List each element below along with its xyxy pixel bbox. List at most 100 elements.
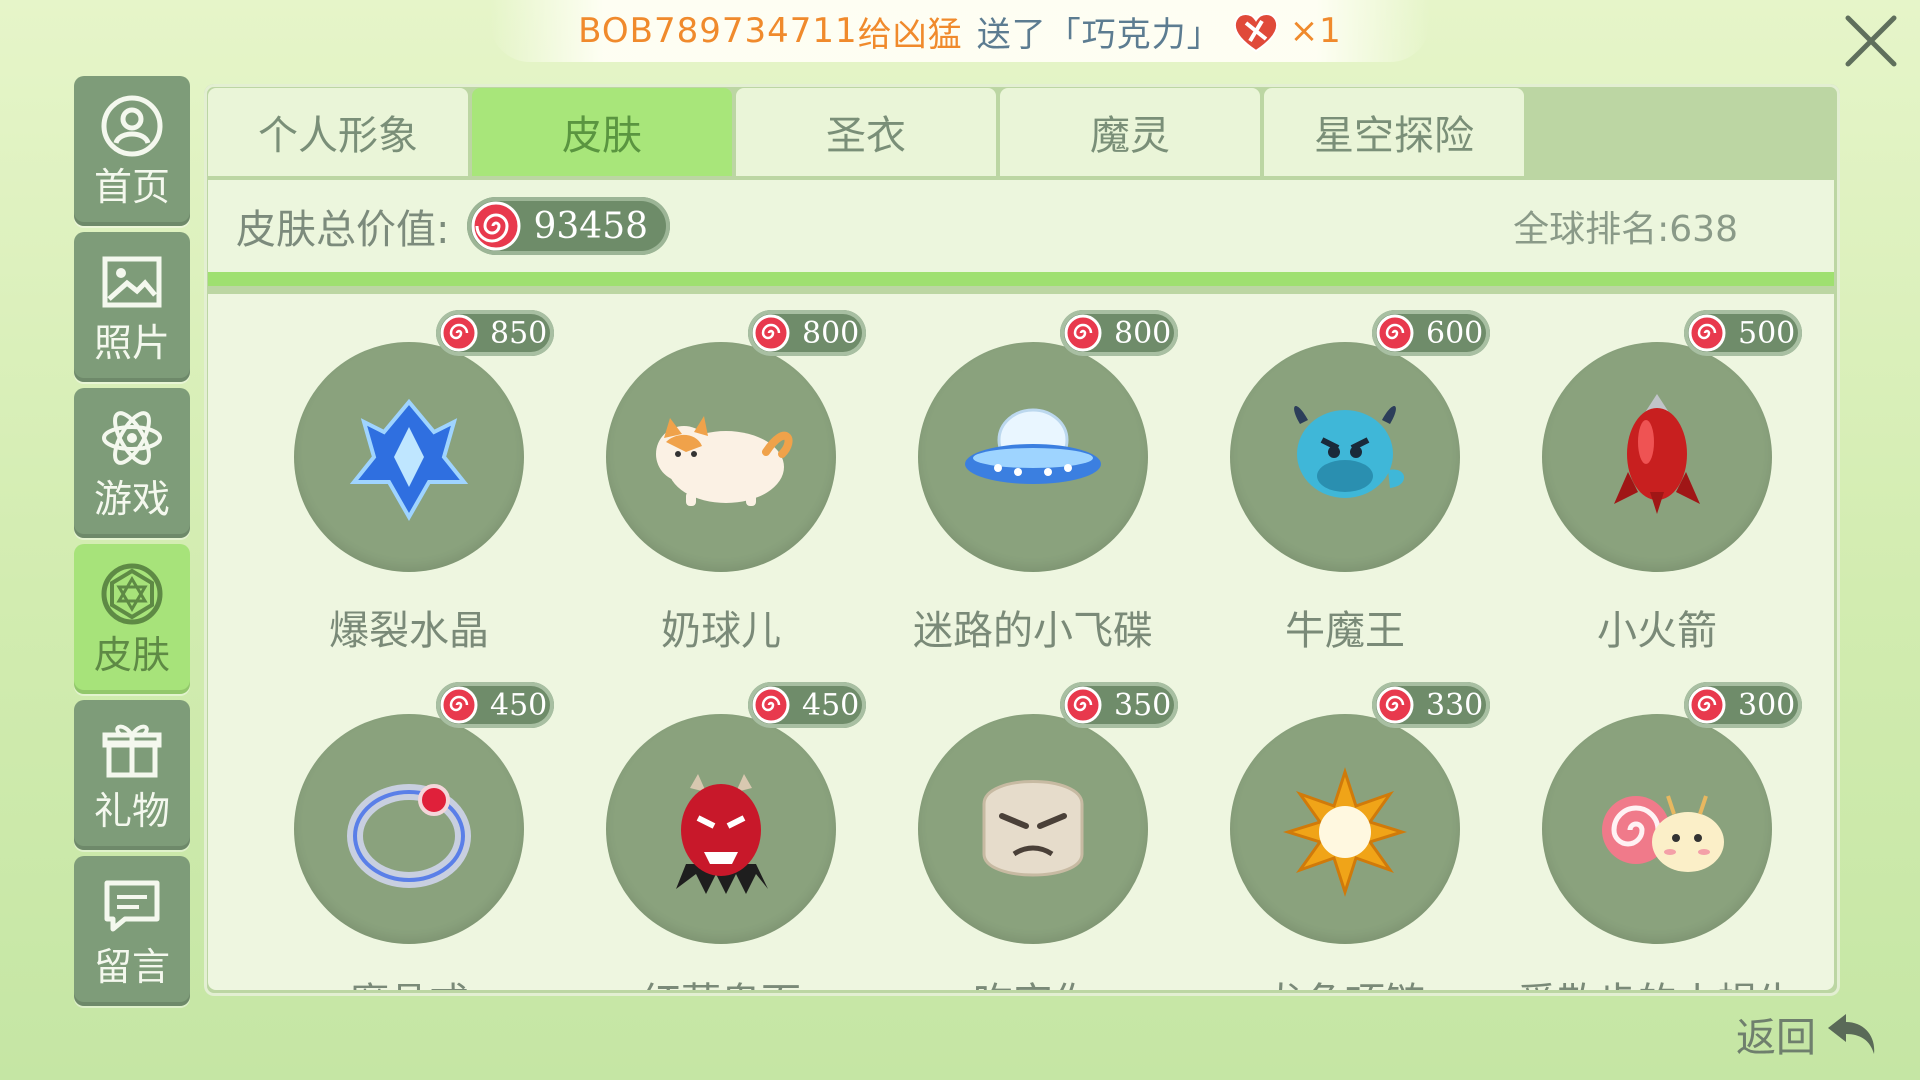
nav-item-gifts[interactable]: 礼物 <box>74 700 190 850</box>
total-value: 93458 <box>533 205 649 247</box>
tab-avatar[interactable]: 个人形象 <box>208 88 468 176</box>
banner-gift-name: 「巧克力」 <box>1046 14 1222 55</box>
banner-sender: BOB789734711 <box>578 11 858 51</box>
skin-price: 600 <box>1426 315 1484 351</box>
total-value-badge: 93458 <box>467 197 671 255</box>
global-rank-value: 638 <box>1669 209 1738 250</box>
skins-panel: 个人形象 皮肤 圣衣 魔灵 星空探险 皮肤总价值: 93458 全球排名:638 <box>204 84 1840 996</box>
skin-item[interactable]: 330 龙角项链 <box>1180 680 1492 990</box>
skin-price-badge: 800 <box>1060 310 1178 356</box>
skin-price-badge: 450 <box>436 682 554 728</box>
nav-label: 照片 <box>93 321 170 365</box>
nav-item-games[interactable]: 游戏 <box>74 388 190 538</box>
candy-icon <box>1064 686 1102 724</box>
skin-price-badge: 300 <box>1684 682 1802 728</box>
candy-icon <box>1064 314 1102 352</box>
global-rank-label: 全球排名: <box>1513 209 1670 250</box>
demon-mask-icon <box>676 774 768 894</box>
global-rank: 全球排名:638 <box>1513 200 1738 252</box>
skin-name: 奶球儿 <box>661 608 781 654</box>
skin-name: 牛魔王 <box>1285 608 1405 654</box>
skin-item[interactable]: 500 小火箭 <box>1492 308 1804 654</box>
candy-icon <box>752 314 790 352</box>
skin-price: 850 <box>490 315 548 351</box>
skin-name: 魔晶戒 <box>244 970 574 990</box>
nav-label: 留言 <box>93 945 170 989</box>
nav-item-skins[interactable]: 皮肤 <box>74 544 190 694</box>
bull-demon-icon <box>1294 406 1405 498</box>
close-button[interactable] <box>1840 10 1902 72</box>
nav-label: 礼物 <box>93 789 170 833</box>
candy-icon <box>440 686 478 724</box>
person-icon <box>101 95 163 157</box>
back-button[interactable]: 返回 <box>1736 1004 1880 1064</box>
skin-price-badge: 500 <box>1684 310 1802 356</box>
nav-item-home[interactable]: 首页 <box>74 76 190 226</box>
skin-price: 300 <box>1738 687 1796 723</box>
candy-icon <box>1688 686 1726 724</box>
crystal-icon <box>349 398 469 522</box>
nav-item-photos[interactable]: 照片 <box>74 232 190 382</box>
ufo-icon <box>965 408 1101 484</box>
skin-price-badge: 600 <box>1372 310 1490 356</box>
grumpy-face-icon <box>982 780 1084 877</box>
skins-grid: 850 爆裂水晶 800 奶球儿 800 迷路的小飞碟 600 牛魔王 500 … <box>208 294 1834 990</box>
skin-price: 450 <box>490 687 548 723</box>
nav-item-messages[interactable]: 留言 <box>74 856 190 1006</box>
skin-item[interactable]: 800 奶球儿 <box>556 308 868 654</box>
skin-price-badge: 450 <box>748 682 866 728</box>
snail-icon <box>1602 795 1724 872</box>
skin-price: 800 <box>802 315 860 351</box>
candy-icon <box>1376 686 1414 724</box>
skin-item[interactable]: 450 魔晶戒 <box>244 680 556 990</box>
skin-item[interactable]: 300 爱散步的小蜗牛 <box>1492 680 1804 990</box>
close-icon <box>1845 15 1897 67</box>
skin-price-badge: 330 <box>1372 682 1490 728</box>
tab-holy-armor[interactable]: 圣衣 <box>736 88 996 176</box>
rocket-icon <box>1614 394 1700 514</box>
side-navigation: 首页 照片 游戏 皮肤 礼物 留言 <box>74 76 192 1012</box>
photo-icon <box>102 256 162 308</box>
chocolate-heart-icon <box>1232 9 1280 53</box>
skin-item[interactable]: 450 红莲鬼面 <box>556 680 868 990</box>
skin-price: 350 <box>1114 687 1172 723</box>
skin-price: 450 <box>802 687 860 723</box>
skin-name: 爱散步的小蜗牛 <box>1492 970 1822 990</box>
skin-item[interactable]: 600 牛魔王 <box>1180 308 1492 654</box>
nav-label: 皮肤 <box>93 633 170 677</box>
skin-name: 红莲鬼面 <box>556 970 886 990</box>
candy-icon <box>471 201 521 251</box>
cat-icon <box>656 416 793 506</box>
skin-price: 330 <box>1426 687 1484 723</box>
candy-icon <box>752 686 790 724</box>
skin-price: 500 <box>1738 315 1796 351</box>
gem-icon <box>101 563 163 625</box>
atom-icon <box>102 411 162 465</box>
sun-necklace-icon <box>1282 767 1408 897</box>
nav-label: 游戏 <box>93 477 170 521</box>
message-icon <box>104 880 160 932</box>
skin-price: 800 <box>1114 315 1172 351</box>
back-arrow-icon <box>1828 1014 1875 1054</box>
gift-broadcast-banner: BOB789734711 给凶猛 送了 「巧克力」 ×1 <box>490 0 1430 62</box>
skin-item[interactable]: 800 迷路的小飞碟 <box>868 308 1180 654</box>
nav-label: 首页 <box>93 165 170 209</box>
skins-summary-bar: 皮肤总价值: 93458 全球排名:638 <box>208 180 1834 286</box>
skin-item[interactable]: 850 爆裂水晶 <box>244 308 556 654</box>
tab-space-adventure[interactable]: 星空探险 <box>1264 88 1524 176</box>
tab-spirits[interactable]: 魔灵 <box>1000 88 1260 176</box>
banner-recipient: 给凶猛 <box>857 14 963 55</box>
candy-icon <box>440 314 478 352</box>
skin-name: 吃定你 <box>868 970 1198 990</box>
candy-icon <box>1376 314 1414 352</box>
ring-icon <box>347 784 471 888</box>
banner-verb: 送了 <box>976 14 1047 55</box>
tab-skins[interactable]: 皮肤 <box>472 88 732 176</box>
gift-icon <box>102 724 162 778</box>
skin-item[interactable]: 350 吃定你 <box>868 680 1180 990</box>
candy-icon <box>1688 314 1726 352</box>
total-value-label: 皮肤总价值: <box>236 207 450 253</box>
skin-price-badge: 350 <box>1060 682 1178 728</box>
skin-price-badge: 800 <box>748 310 866 356</box>
skin-name: 爆裂水晶 <box>329 608 489 654</box>
